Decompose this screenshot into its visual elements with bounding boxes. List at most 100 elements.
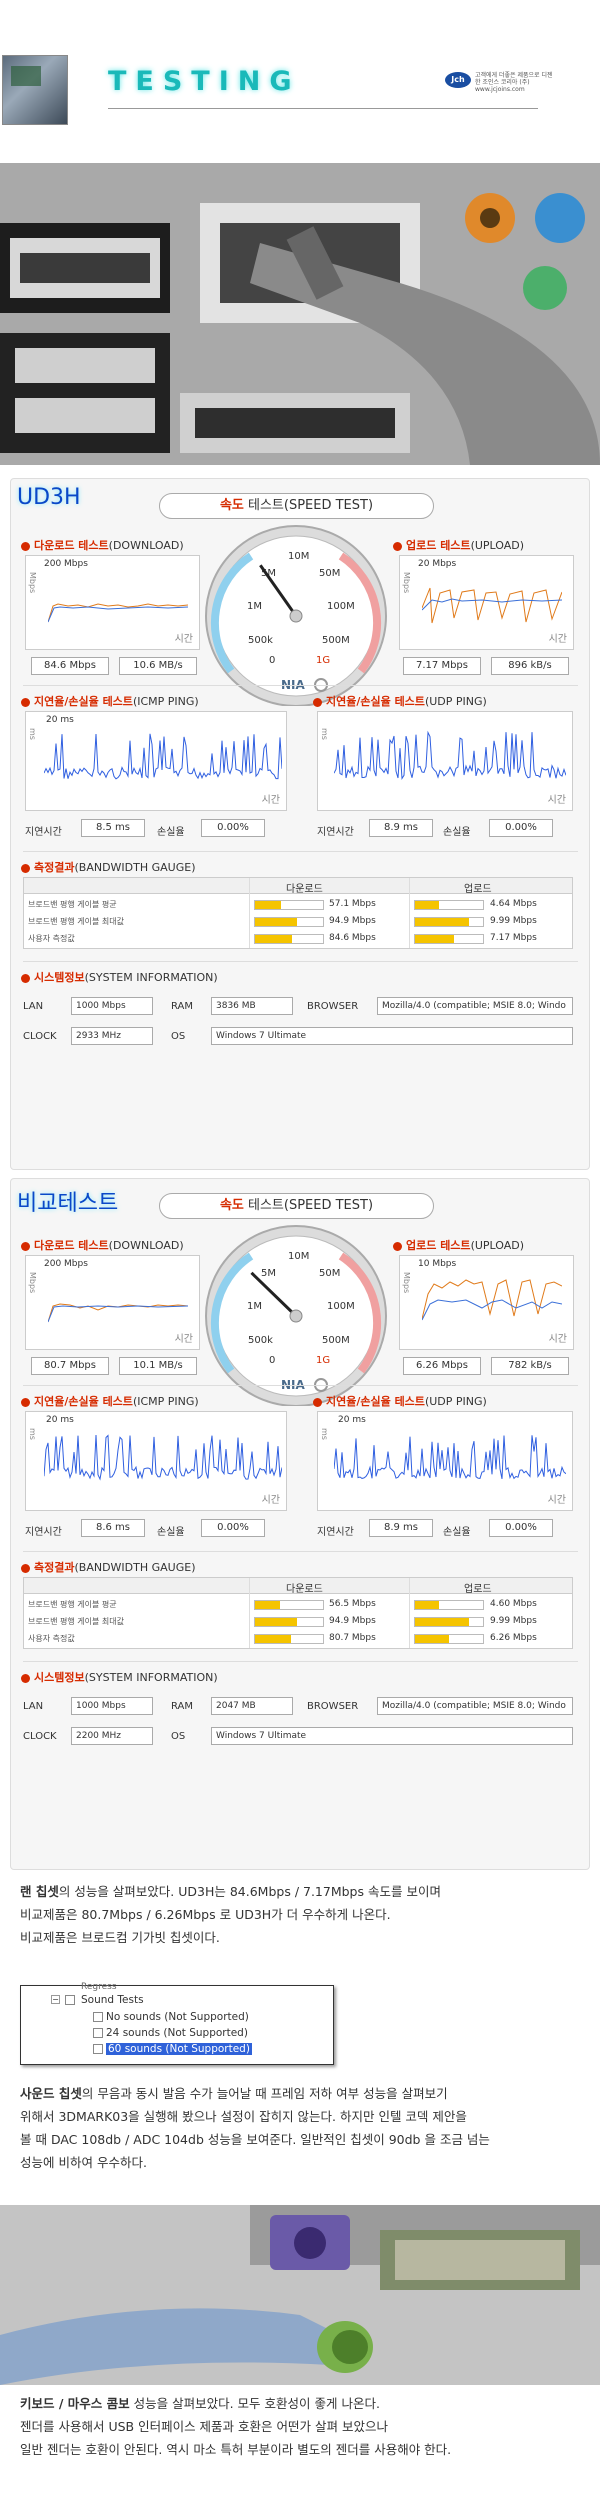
tree-label: No sounds (Not Supported) [106,2011,249,2023]
download-bar-fill [255,901,281,909]
udp-delay-box: 8.9 ms [369,1519,433,1537]
bullet-icon [313,697,322,707]
y-axis-label: ms [28,1428,37,1440]
checkbox-icon[interactable] [65,1995,75,2005]
loss-label: 손실율 [443,1527,471,1538]
download-bar [254,1617,324,1627]
row-label: 사용자 측정값 [28,1634,75,1643]
lan-label: LAN [23,1001,44,1012]
panel-title: UD3H [17,485,81,510]
upload-value: 6.26 Mbps [490,1633,537,1643]
page-title: TESTING [108,66,301,97]
icmp-ping-graph [44,733,282,780]
download-value: 56.5 Mbps [329,1599,376,1609]
section-divider [23,685,578,686]
collapse-icon[interactable]: − [51,1995,60,2004]
gauge-label-1m: 1M [247,601,262,612]
gauge-label-50m: 50M [319,568,340,579]
upload-bar-fill [415,1601,439,1609]
download-heading-rest: (DOWNLOAD) [108,1239,184,1252]
browser-value: Mozilla/4.0 (compatible; MSIE 8.0; Windo [377,1697,573,1715]
browser-label: BROWSER [307,1001,359,1012]
upload-heading-red: 업로드 테스트 [406,1239,471,1252]
bandwidth-heading-rest: (BANDWIDTH GAUGE) [74,861,196,874]
udp-loss-box: 0.00% [489,1519,553,1537]
upload-value: 7.17 Mbps [490,933,537,943]
bullet-icon [21,863,30,873]
upload-bar [414,934,484,944]
section-divider [23,961,578,962]
bullet-icon [21,1241,30,1251]
udp-ping-graph [334,730,566,780]
loss-label: 손실율 [157,1527,185,1538]
speed-test-panel-compare: 비교테스트 속도 테스트(SPEED TEST) 다운로드 테스트(DOWNLO… [10,1178,590,1870]
keyboard-paragraph: 키보드 / 마우스 콤보 성능을 살펴보았다. 모두 호환성이 좋게 나온다. … [20,2392,585,2461]
download-scale: 200 Mbps [44,559,88,569]
upload-bar-fill [415,1618,470,1626]
udp-loss-box: 0.00% [489,819,553,837]
gauge-label-1m: 1M [247,1301,262,1312]
udp-ping-chart: ms 시간 [317,711,573,811]
gauge-label-10m: 10M [288,551,309,562]
lan-line-1: 랜 칩셋의 성능을 살펴보았다. UD3H는 84.6Mbps / 7.17Mb… [20,1880,585,1903]
bandwidth-heading-red: 측정결과 [34,1561,75,1574]
download-chart: 200 Mbps Mbps 시간 [25,1255,200,1350]
kb-line-3: 일반 젠더는 호환이 안된다. 역시 마소 특허 부분이라 별도의 젠더를 사용… [20,2442,452,2457]
sound-line-1-text: 의 무음과 동시 발음 수가 늘어날 때 프레임 저하 여부 성능을 살펴보기 [81,2086,448,2101]
system-heading: 시스템정보(SYSTEM INFORMATION) [21,1669,218,1685]
download-heading-red: 다운로드 테스트 [34,1239,109,1252]
bullet-icon [21,697,30,707]
delay-label: 지연시간 [25,827,62,838]
speed-test-title: 속도 테스트(SPEED TEST) [159,493,434,519]
sound-line-2: 위해서 3DMARK03을 실행해 봤으나 설정이 잡히지 않는다. 하지만 인… [20,2109,467,2124]
checkbox-icon[interactable] [93,2044,103,2054]
icmp-scale: 20 ms [46,1415,74,1425]
download-bar [254,900,324,910]
logo-mark: Jch [445,72,471,88]
gauge-label-500k: 500k [248,635,273,646]
icmp-heading: 지연율/손실율 테스트(ICMP PING) [21,693,199,709]
kb-line-2: 젠더를 사용해서 USB 인터페이스 제품과 호환은 어떤가 살펴 보았으나 [20,2419,388,2434]
icmp-heading-rest: (ICMP PING) [132,1395,199,1408]
checkbox-icon[interactable] [93,2012,103,2022]
download-bar [254,1634,324,1644]
tree-item-60-sounds[interactable]: 60 sounds (Not Supported) [93,2043,252,2055]
time-label: 시간 [261,1495,280,1506]
lan-line-2: 비교제품은 80.7Mbps / 6.26Mbps 로 UD3H가 더 우수하게… [20,1907,391,1922]
time-label: 시간 [261,795,280,806]
download-heading-red: 다운로드 테스트 [34,539,109,552]
speed-test-panel-ud3h: UD3H 속도 테스트(SPEED TEST) 다운로드 테스트(DOWNLOA… [10,478,590,1170]
checkbox-icon[interactable] [93,2028,103,2038]
ping-series [44,733,282,780]
upload-scale: 20 Mbps [418,559,457,569]
icmp-delay-box: 8.5 ms [81,819,145,837]
gauge-label-500m: 500M [322,1335,350,1346]
loss-label: 손실율 [157,827,185,838]
speed-title-red: 속도 [219,498,244,513]
section-divider [23,1661,578,1662]
sound-line-4: 성능에 비하여 우수하다. [20,2155,147,2170]
gauge-label-5m: 5M [261,1268,276,1279]
rear-io-photo [0,163,600,465]
y-axis-label: ms [320,728,329,740]
speed-test-title: 속도 테스트(SPEED TEST) [159,1193,434,1219]
ping-series [334,1435,566,1480]
upload-mbps-box: 7.17 Mbps [403,657,481,675]
upload-scale: 10 Mbps [418,1259,457,1269]
upload-heading: 업로드 테스트(UPLOAD) [393,537,524,553]
download-heading: 다운로드 테스트(DOWNLOAD) [21,537,184,553]
tree-item-24-sounds[interactable]: 24 sounds (Not Supported) [93,2027,248,2039]
download-heading-rest: (DOWNLOAD) [108,539,184,552]
speed-title-rest: 테스트(SPEED TEST) [248,498,374,513]
icmp-ping-graph [44,1434,282,1481]
ram-value: 3836 MB [211,997,293,1015]
clock-label: CLOCK [23,1731,57,1742]
tree-item-no-sounds[interactable]: No sounds (Not Supported) [93,2011,249,2023]
upload-kbs-box: 896 kB/s [491,657,569,675]
download-mbs-box: 10.1 MB/s [119,1357,197,1375]
download-value: 80.7 Mbps [329,1633,376,1643]
motherboard-thumbnail [2,55,68,125]
panel-title: 비교테스트 [17,1191,119,1216]
section-divider [23,851,578,852]
download-bar-fill [255,1601,281,1609]
